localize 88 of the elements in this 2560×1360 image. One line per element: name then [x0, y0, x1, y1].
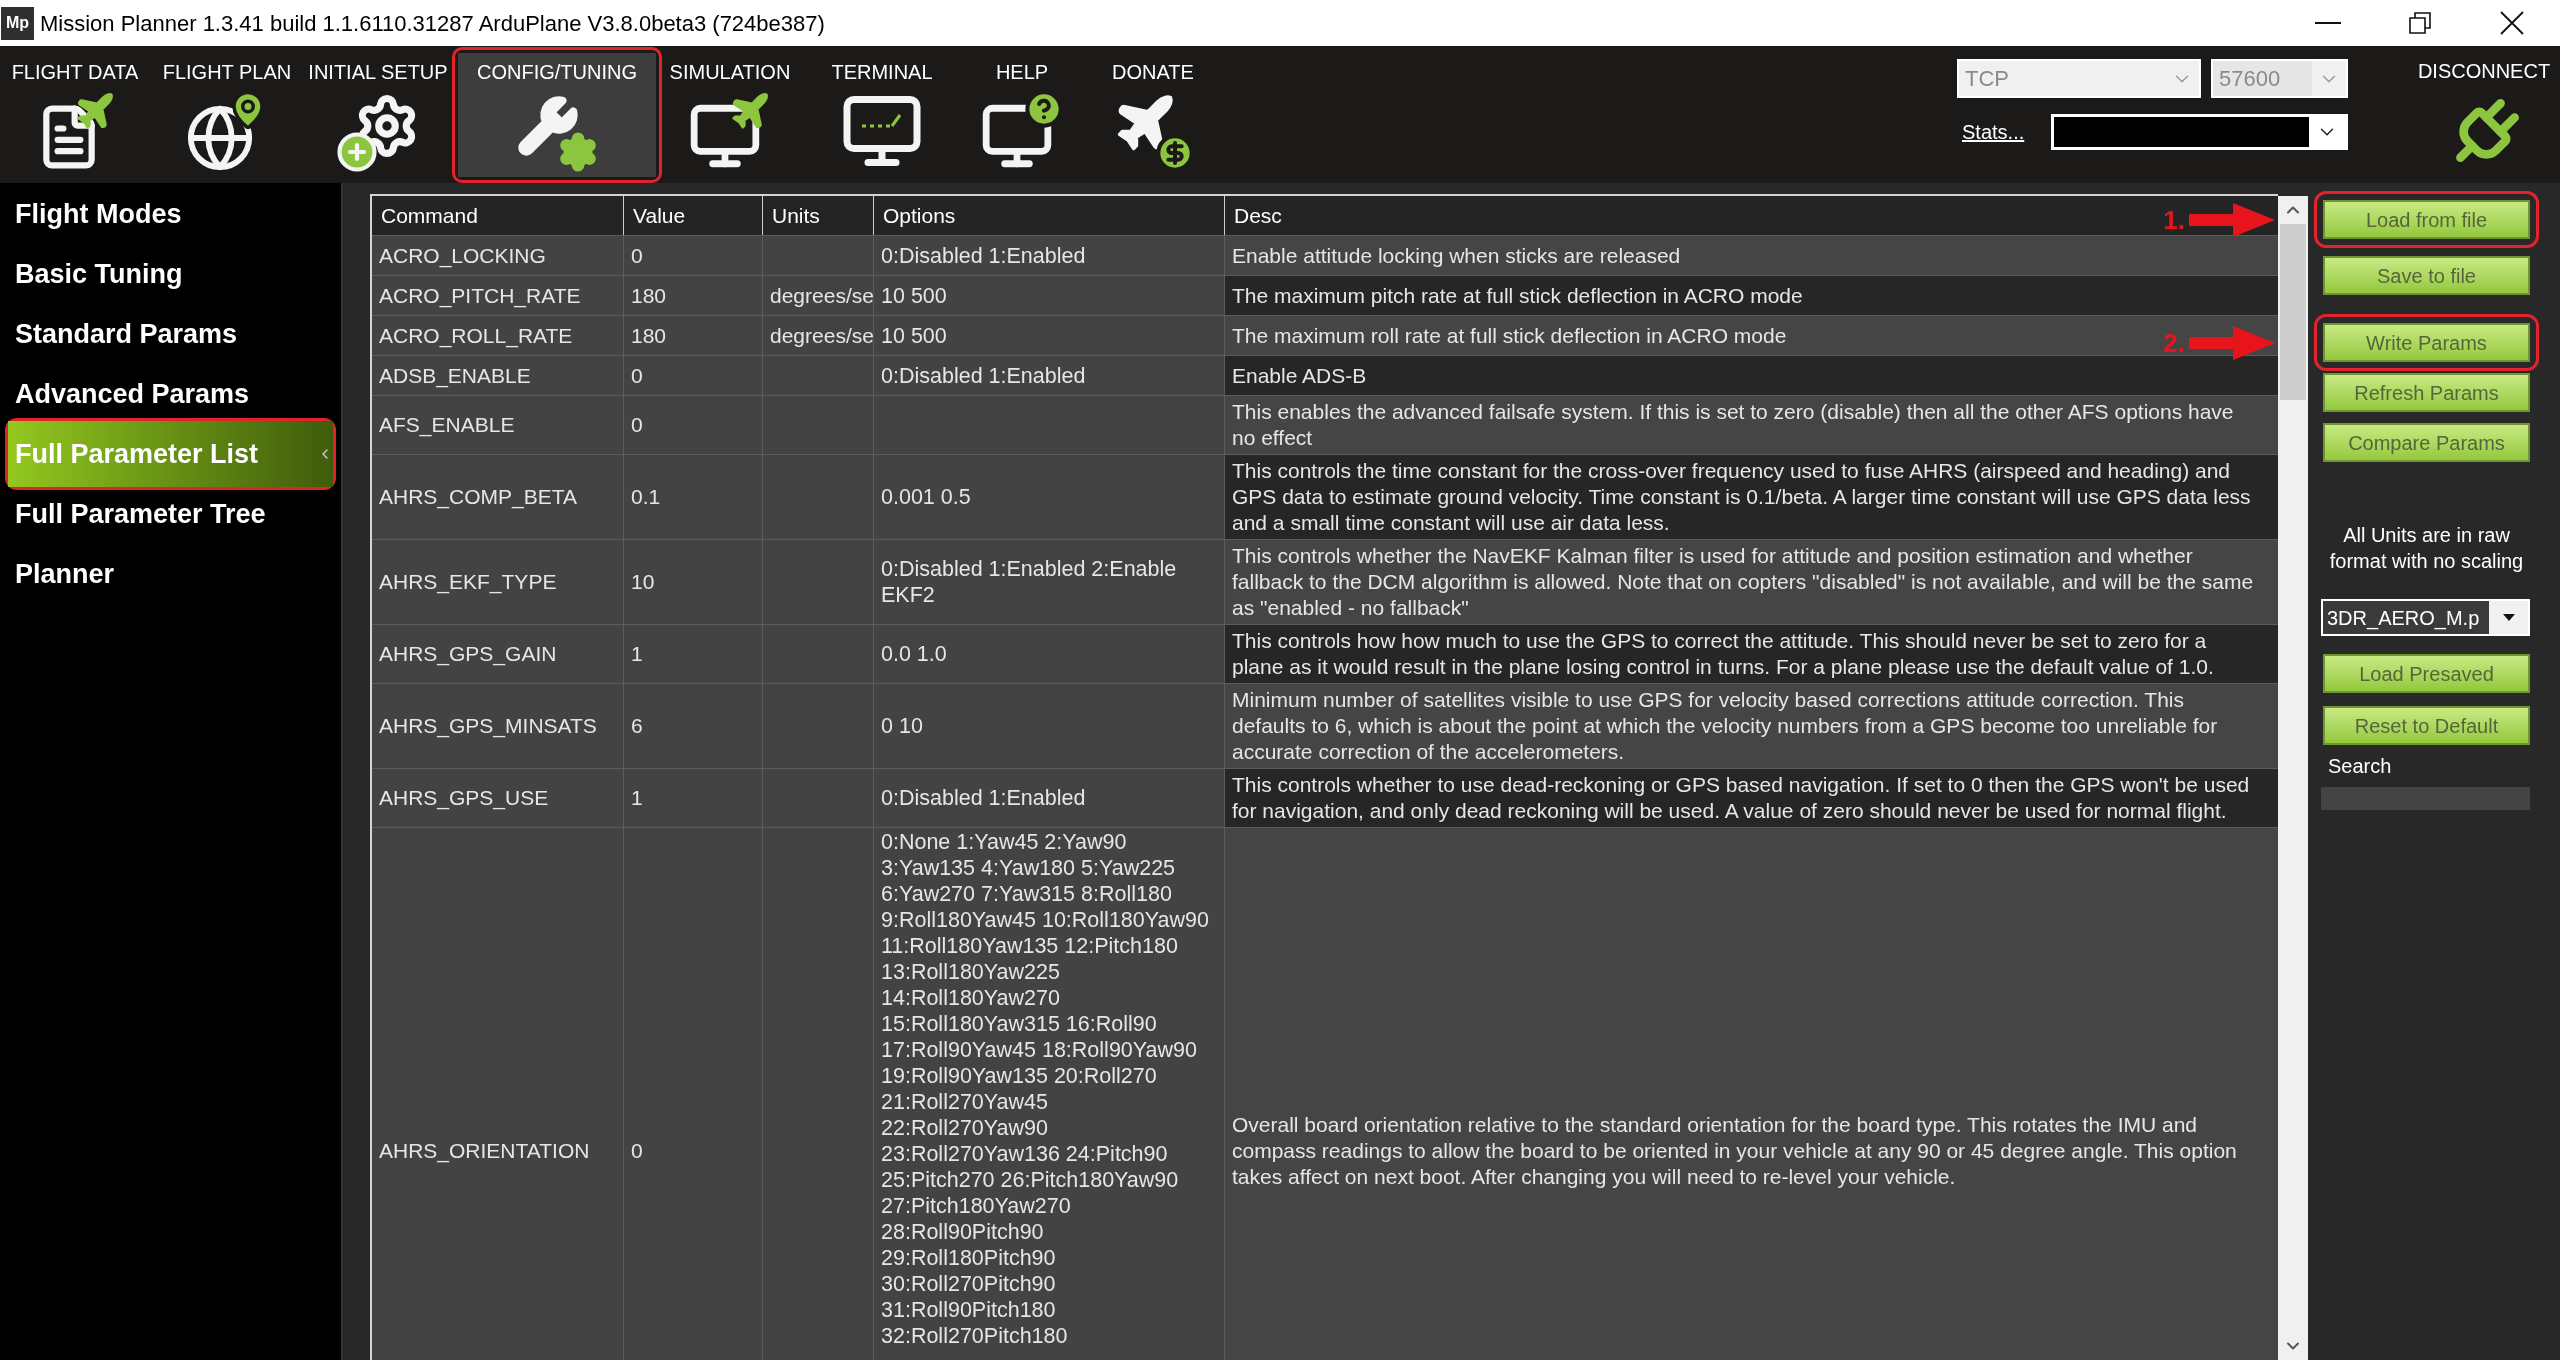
- table-cell: This controls the time constant for the cross-over frequency used to fuse AHRS (airspeed and heading) and GPS data to estimate ground velocity. Time constant is 0.1/beta. A larger time constant will use GPS data less and a small time constant will use air data less.: [1225, 455, 2278, 539]
- scrollbar[interactable]: [2278, 196, 2308, 1360]
- table-cell: 0: [624, 236, 762, 275]
- panel-button[interactable]: Load Presaved: [2323, 654, 2530, 693]
- table-cell: AHRS_GPS_GAIN: [372, 625, 623, 683]
- sidebar-item[interactable]: Basic Tuning: [8, 250, 333, 298]
- table-cell: This controls how how much to use the GPS to correct the attitude. This should never be set to zero for a plane as it would result in the plane losing control in turns. For a plane please use the default value of 1.0.: [1225, 625, 2278, 683]
- table-cell: 180: [624, 316, 762, 355]
- table-cell: 0:None 1:Yaw45 2:Yaw90 3:Yaw135 4:Yaw180 5:Yaw225 6:Yaw270 7:Yaw315 8:Roll180 9:Roll180Yaw45 10:Roll180Yaw90 11:Roll180Yaw135 12:Pitch180 13:Roll180Yaw225 14:Roll180Yaw270 15:Roll180Yaw315 16:Roll90 17:Roll90Yaw45 18:Roll90Yaw90 19:Roll90Yaw135 20:Roll270 21:Roll270Yaw45 22:Roll270Yaw90 23:Roll270Yaw136 24:Pitch90 25:Pitch270 26:Pitch180Yaw90 27:Pitch180Yaw270 28:Roll90Pitch90 29:Roll180Pitch90 30:Roll270Pitch90 31:Roll90Pitch180 32:Roll270Pitch180: [874, 828, 1224, 1360]
- stats-link[interactable]: Stats...: [1962, 117, 2025, 147]
- table-cell: 0 10: [874, 684, 1224, 768]
- table-cell: 0.0 1.0: [874, 625, 1224, 683]
- table-cell: 10 500: [874, 316, 1224, 355]
- units-note: All Units are in raw format with no scaling: [2328, 523, 2525, 574]
- table-cell: AHRS_GPS_MINSATS: [372, 684, 623, 768]
- caret-icon: [2502, 614, 2515, 621]
- arrow-icon: [2189, 325, 2275, 360]
- table-cell: The maximum pitch rate at full stick deflection in ACRO mode: [1225, 276, 2278, 315]
- table-cell: Enable attitude locking when sticks are released: [1225, 236, 2278, 275]
- connection-dropdown[interactable]: [2051, 114, 2348, 150]
- table-cell: AHRS_EKF_TYPE: [372, 540, 623, 624]
- menu-tab[interactable]: SIMULATION: [662, 52, 798, 177]
- menu-tab[interactable]: HELP: [966, 52, 1078, 177]
- restore-icon: [2409, 12, 2431, 34]
- panel-button[interactable]: Load from file: [2323, 200, 2530, 239]
- table-cell: This controls whether the NavEKF Kalman filter is used for attitude and position estimation and whether fallback to the DCM algorithm is allowed. Note that on copters "disabled" is not available, and will be the same as "enabled - no fallback": [1225, 540, 2278, 624]
- table-cell: 0:Disabled 1:Enabled: [874, 356, 1224, 395]
- table-cell: ACRO_LOCKING: [372, 236, 623, 275]
- menu-tab[interactable]: FLIGHT PLAN: [150, 52, 304, 177]
- table-cell: This controls whether to use dead-reckoning or GPS based navigation. If set to 0 then the GPS won't be used for navigation, and only dead reckoning will be used. A value of zero should never be used for normal flight.: [1225, 769, 2278, 827]
- annotation-label: 1.: [2163, 206, 2185, 233]
- table-cell: Minimum number of satellites visible to use GPS for velocity based corrections attitude correction. This defaults to 6, which is about the point at which the velocity numbers from a GPS become too unreliable for accurate correction of the accelerometers.: [1225, 684, 2278, 768]
- table-cell: This enables the advanced failsafe system. If this is set to zero (disable) then all the other AFS options have no effect: [1225, 396, 2278, 454]
- table-cell: 0.001 0.5: [874, 455, 1224, 539]
- table-cell: AHRS_GPS_USE: [372, 769, 623, 827]
- menu-tab[interactable]: DONATE: [1078, 52, 1228, 177]
- arrow-icon: [2189, 202, 2275, 237]
- table-cell: 180: [624, 276, 762, 315]
- preset-dropdown[interactable]: 3DR_AERO_M.p: [2321, 599, 2530, 636]
- column-header[interactable]: Units: [763, 196, 873, 235]
- table-cell: ADSB_ENABLE: [372, 356, 623, 395]
- menu-tab[interactable]: TERMINAL: [798, 52, 966, 177]
- table-cell: 0: [624, 396, 762, 454]
- close-icon: [2500, 11, 2524, 35]
- panel-button[interactable]: Compare Params: [2323, 423, 2530, 462]
- menu-tab[interactable]: CONFIG/TUNING: [458, 52, 656, 177]
- sidebar-item[interactable]: Full Parameter Tree: [8, 490, 333, 538]
- table-cell: 10: [624, 540, 762, 624]
- table-cell: ACRO_ROLL_RATE: [372, 316, 623, 355]
- scrollbar-thumb[interactable]: [2280, 224, 2306, 400]
- table-cell: 0:Disabled 1:Enabled: [874, 236, 1224, 275]
- table-cell: 10 500: [874, 276, 1224, 315]
- minimize-icon: [2315, 22, 2341, 24]
- panel-button[interactable]: Refresh Params: [2323, 373, 2530, 412]
- table-cell: 6: [624, 684, 762, 768]
- column-header[interactable]: Options: [874, 196, 1224, 235]
- panel-button[interactable]: Reset to Default: [2323, 706, 2530, 745]
- table-cell: degrees/se: [763, 276, 873, 315]
- annotation-label: 2.: [2163, 329, 2185, 356]
- search-field[interactable]: [2321, 787, 2530, 810]
- table-cell: 0:Disabled 1:Enabled 2:Enable EKF2: [874, 540, 1224, 624]
- disconnect-button[interactable]: DISCONNECT: [2418, 46, 2550, 176]
- table-cell: 0.1: [624, 455, 762, 539]
- table-cell: Overall board orientation relative to the standard orientation for the board type. This rotates the IMU and compass readings to allow the board to be oriented in your vehicle at any 90 or 45 degree angle. This option takes affect on next boot. After changing you will need to re-level your vehicle.: [1225, 828, 2278, 1360]
- table-cell: 1: [624, 625, 762, 683]
- panel-button[interactable]: Save to file: [2323, 256, 2530, 295]
- table-cell: AHRS_COMP_BETA: [372, 455, 623, 539]
- sidebar-item[interactable]: Advanced Params: [8, 370, 333, 418]
- table-cell: Enable ADS-B: [1225, 356, 2278, 395]
- menu-tab[interactable]: FLIGHT DATA: [0, 52, 150, 177]
- search-label: Search: [2327, 754, 2393, 779]
- window-title: Mission Planner 1.3.41 build 1.1.6110.31287 ArduPlane V3.8.0beta3 (724be387): [40, 9, 825, 38]
- table-cell: 0: [624, 356, 762, 395]
- column-header[interactable]: Value: [624, 196, 762, 235]
- table-cell: AFS_ENABLE: [372, 396, 623, 454]
- table-cell: degrees/se: [763, 316, 873, 355]
- menu-tab[interactable]: INITIAL SETUP: [304, 52, 452, 177]
- app-logo: Mp: [1, 6, 34, 40]
- table-cell: ACRO_PITCH_RATE: [372, 276, 623, 315]
- table-cell: 0:Disabled 1:Enabled: [874, 769, 1224, 827]
- sidebar-item[interactable]: Standard Params: [8, 310, 333, 358]
- table-cell: AHRS_ORIENTATION: [372, 828, 623, 1360]
- panel-button[interactable]: Write Params: [2323, 323, 2530, 362]
- sidebar-item[interactable]: Planner: [8, 550, 333, 598]
- column-header[interactable]: Command: [372, 196, 623, 235]
- sidebar-item[interactable]: Flight Modes: [8, 190, 333, 238]
- table-cell: 0: [624, 828, 762, 1360]
- table-cell: 1: [624, 769, 762, 827]
